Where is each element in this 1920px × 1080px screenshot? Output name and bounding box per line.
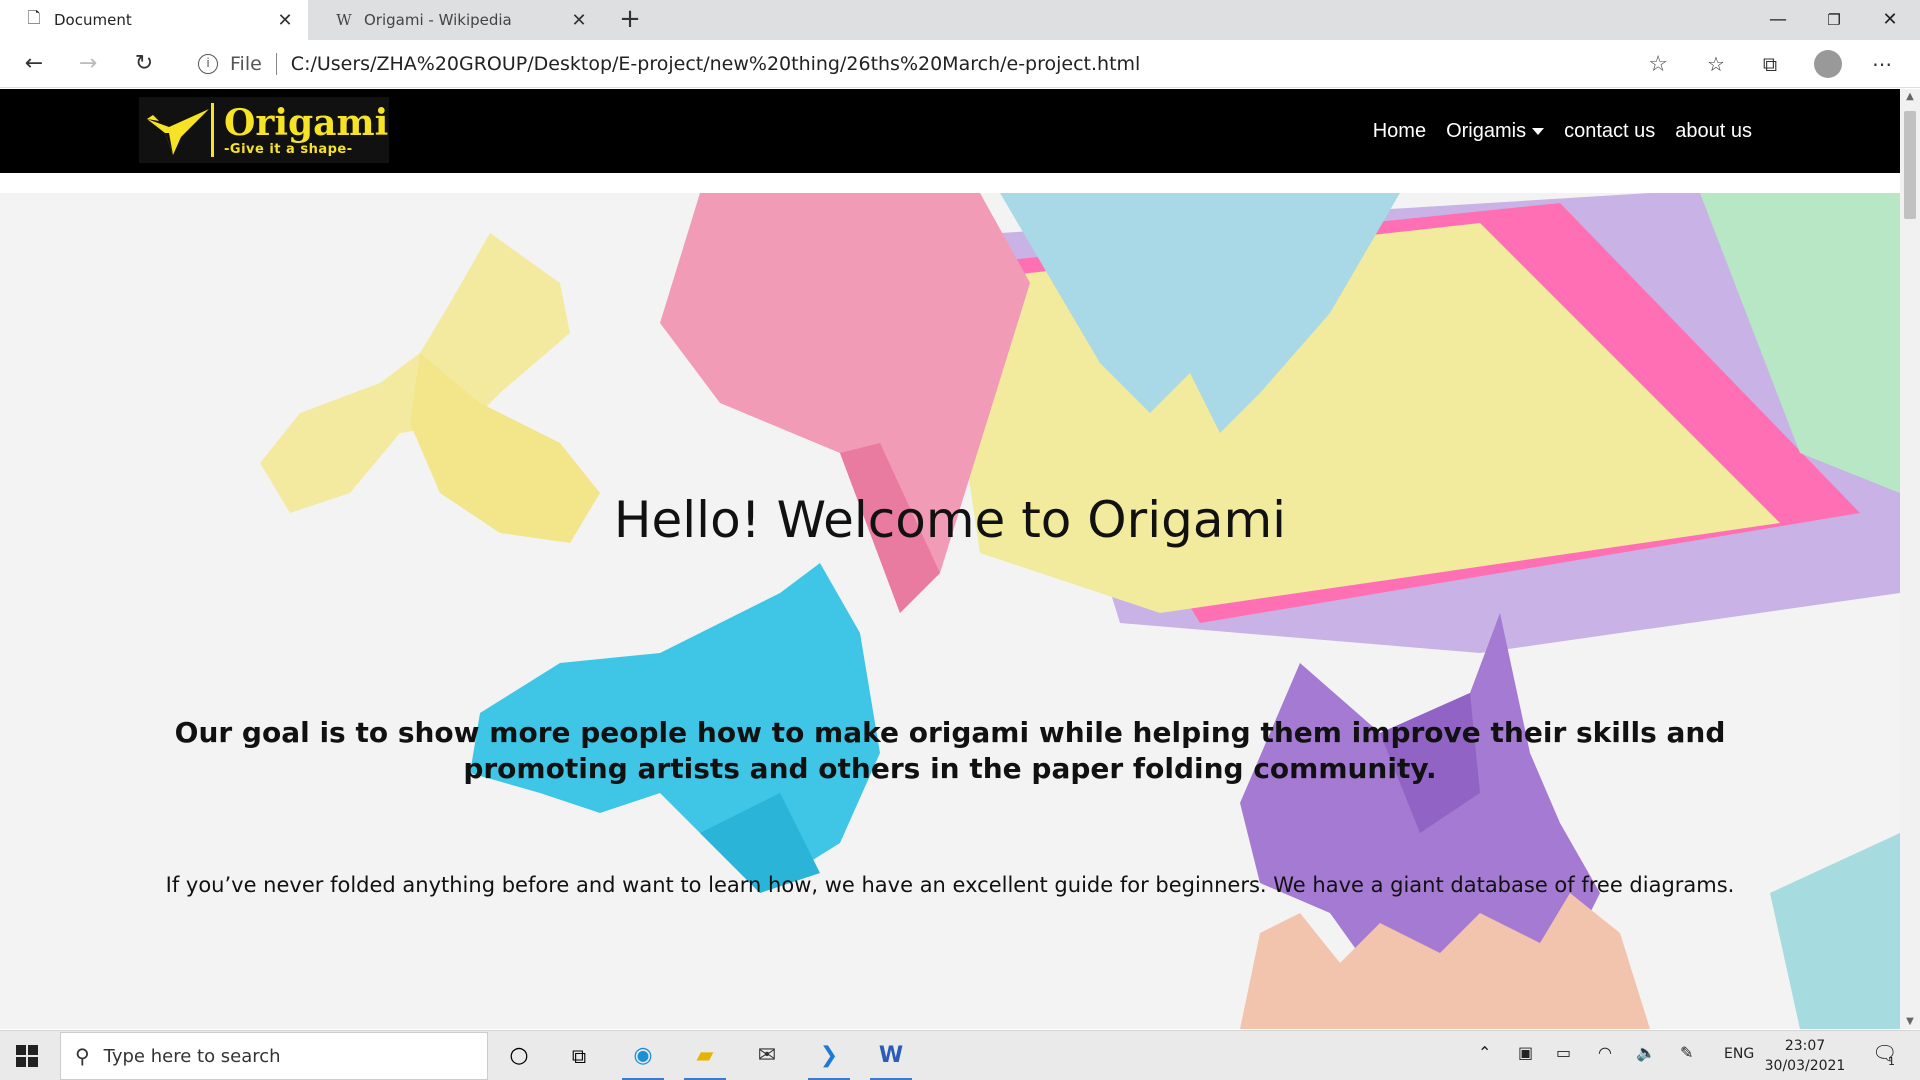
page-scrollbar[interactable]: ▲ ▼ <box>1900 89 1920 1029</box>
nav-contact-link[interactable]: contact us <box>1564 120 1655 143</box>
nav-origamis-dropdown[interactable]: Origamis <box>1446 119 1545 143</box>
network-icon[interactable]: ◠ <box>1598 1043 1612 1062</box>
taskbar-clock[interactable]: 23:07 30/03/2021 <box>1762 1036 1848 1076</box>
language-indicator[interactable]: ENG <box>1724 1046 1754 1062</box>
battery-icon[interactable]: ▭ <box>1556 1043 1571 1062</box>
notification-count: 1 <box>1888 1055 1895 1068</box>
collections-icon[interactable]: ⧉ <box>1752 46 1788 82</box>
search-placeholder: Type here to search <box>103 1045 281 1067</box>
page-icon: 🗋 <box>27 7 41 27</box>
minimize-button[interactable]: — <box>1748 0 1808 40</box>
logo-tagline: -Give it a shape- <box>224 141 353 157</box>
clock-date: 30/03/2021 <box>1764 1058 1846 1074</box>
site-info-label: File <box>230 53 262 75</box>
clock-time: 23:07 <box>1784 1038 1826 1054</box>
nav-home-link[interactable]: Home <box>1373 120 1426 143</box>
task-view-icon[interactable]: ⧉ <box>552 1035 606 1077</box>
device-icon[interactable]: ▣ <box>1518 1043 1533 1062</box>
forward-button[interactable]: → <box>70 46 106 82</box>
refresh-button[interactable]: ↻ <box>126 46 162 82</box>
address-toolbar: ← → ↻ i File C:/Users/ZHA%20GROUP/Deskto… <box>0 40 1920 88</box>
logo-text: Origami -Give it a shape- <box>224 104 388 157</box>
tab-label: Origami - Wikipedia <box>364 11 512 29</box>
logo-name: Origami <box>224 101 389 144</box>
page-viewport: Origami -Give it a shape- Home Origamis … <box>0 89 1900 1029</box>
site-navbar: Origami -Give it a shape- Home Origamis … <box>0 89 1900 173</box>
tab-origami-wikipedia[interactable]: W Origami - Wikipedia ✕ <box>310 0 602 40</box>
scroll-up-arrow[interactable]: ▲ <box>1900 91 1920 102</box>
favorite-star-icon[interactable]: ☆ <box>1648 52 1668 77</box>
vscode-icon[interactable]: ❯ <box>802 1035 856 1080</box>
volume-icon[interactable]: 🔈 <box>1636 1043 1656 1062</box>
url-text[interactable]: C:/Users/ZHA%20GROUP/Desktop/E-project/n… <box>291 53 1141 75</box>
hero-section: Hello! Welcome to Origami Our goal is to… <box>0 193 1900 1029</box>
hero-subtext: If you’ve never folded anything before a… <box>165 873 1735 897</box>
mail-icon[interactable]: ✉ <box>740 1035 794 1077</box>
crane-logo-icon <box>139 97 211 163</box>
logo-divider <box>211 103 214 157</box>
divider <box>275 53 277 75</box>
tab-label: Document <box>54 11 132 29</box>
nav-origamis-label: Origamis <box>1446 119 1527 142</box>
dropdown-caret-icon <box>1532 127 1545 135</box>
hero-title: Hello! Welcome to Origami <box>613 491 1287 549</box>
edge-browser-icon[interactable]: ◉ <box>616 1035 670 1080</box>
scroll-thumb[interactable] <box>1904 111 1916 219</box>
nav-about-link[interactable]: about us <box>1675 120 1752 143</box>
windows-taskbar: ⚲ Type here to search ○ ⧉ ◉ ▰ ✉ ❯ W ⌃ ▣ … <box>0 1030 1920 1080</box>
close-window-button[interactable]: ✕ <box>1860 0 1920 40</box>
origami-background-image <box>260 193 1900 1029</box>
browser-tab-strip: 🗋 Document ✕ W Origami - Wikipedia ✕ + —… <box>0 0 1920 40</box>
taskbar-search-box[interactable]: ⚲ Type here to search <box>60 1032 488 1080</box>
address-bar[interactable]: i File C:/Users/ZHA%20GROUP/Desktop/E-pr… <box>180 44 1680 84</box>
info-icon[interactable]: i <box>198 54 218 74</box>
show-hidden-icons-chevron[interactable]: ⌃ <box>1478 1043 1491 1062</box>
site-logo[interactable]: Origami -Give it a shape- <box>139 97 389 163</box>
wikipedia-icon: W <box>336 11 352 29</box>
more-menu-icon[interactable]: ⋯ <box>1864 46 1900 82</box>
cortana-icon[interactable]: ○ <box>492 1035 546 1077</box>
restore-button[interactable]: ❐ <box>1804 0 1864 40</box>
nav-menu: Home Origamis contact us about us <box>1373 89 1752 173</box>
favorites-icon[interactable]: ☆ <box>1698 46 1734 82</box>
tab-document[interactable]: 🗋 Document ✕ <box>0 0 308 40</box>
profile-avatar[interactable] <box>1814 50 1842 78</box>
back-button[interactable]: ← <box>16 46 52 82</box>
hero-goal-text: Our goal is to show more people how to m… <box>174 716 1726 785</box>
scroll-down-arrow[interactable]: ▼ <box>1900 1016 1920 1027</box>
windows-start-icon[interactable] <box>16 1045 38 1067</box>
close-tab-icon[interactable]: ✕ <box>564 10 594 31</box>
file-explorer-icon[interactable]: ▰ <box>678 1035 732 1080</box>
new-tab-button[interactable]: + <box>614 4 646 36</box>
word-icon[interactable]: W <box>864 1035 918 1080</box>
search-icon: ⚲ <box>75 1044 90 1068</box>
pen-icon[interactable]: ✎ <box>1680 1043 1693 1062</box>
close-tab-icon[interactable]: ✕ <box>270 10 300 31</box>
